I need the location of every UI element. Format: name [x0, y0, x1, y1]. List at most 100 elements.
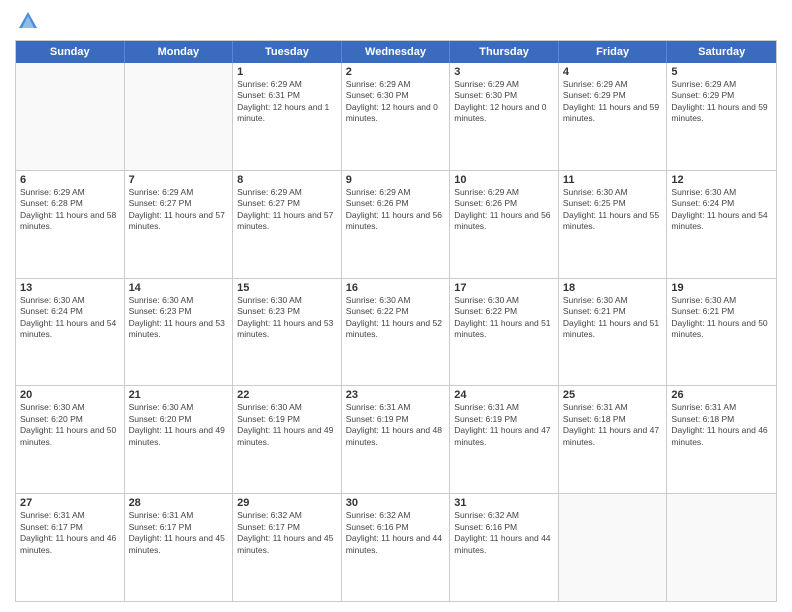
- calendar-cell: 16Sunrise: 6:30 AMSunset: 6:22 PMDayligh…: [342, 279, 451, 386]
- calendar-cell: 12Sunrise: 6:30 AMSunset: 6:24 PMDayligh…: [667, 171, 776, 278]
- day-number: 24: [454, 389, 554, 401]
- calendar-cell: 5Sunrise: 6:29 AMSunset: 6:29 PMDaylight…: [667, 63, 776, 170]
- calendar-cell: 31Sunrise: 6:32 AMSunset: 6:16 PMDayligh…: [450, 494, 559, 601]
- logo-icon: [17, 10, 39, 32]
- calendar-cell: 4Sunrise: 6:29 AMSunset: 6:29 PMDaylight…: [559, 63, 668, 170]
- day-info: Sunrise: 6:29 AMSunset: 6:30 PMDaylight:…: [346, 79, 446, 125]
- calendar-cell: 24Sunrise: 6:31 AMSunset: 6:19 PMDayligh…: [450, 386, 559, 493]
- day-number: 28: [129, 497, 229, 509]
- page-header: [15, 10, 777, 32]
- day-number: 23: [346, 389, 446, 401]
- day-info: Sunrise: 6:30 AMSunset: 6:22 PMDaylight:…: [454, 295, 554, 341]
- weekday-header: Wednesday: [342, 41, 451, 63]
- day-info: Sunrise: 6:30 AMSunset: 6:24 PMDaylight:…: [671, 187, 772, 233]
- day-info: Sunrise: 6:30 AMSunset: 6:22 PMDaylight:…: [346, 295, 446, 341]
- weekday-header: Friday: [559, 41, 668, 63]
- day-number: 2: [346, 66, 446, 78]
- day-info: Sunrise: 6:31 AMSunset: 6:17 PMDaylight:…: [129, 510, 229, 556]
- calendar-cell: 27Sunrise: 6:31 AMSunset: 6:17 PMDayligh…: [16, 494, 125, 601]
- calendar-cell: 22Sunrise: 6:30 AMSunset: 6:19 PMDayligh…: [233, 386, 342, 493]
- weekday-header: Saturday: [667, 41, 776, 63]
- day-number: 3: [454, 66, 554, 78]
- day-info: Sunrise: 6:32 AMSunset: 6:16 PMDaylight:…: [346, 510, 446, 556]
- day-number: 1: [237, 66, 337, 78]
- day-number: 25: [563, 389, 663, 401]
- calendar-cell: 17Sunrise: 6:30 AMSunset: 6:22 PMDayligh…: [450, 279, 559, 386]
- day-info: Sunrise: 6:29 AMSunset: 6:26 PMDaylight:…: [346, 187, 446, 233]
- calendar-body: 1Sunrise: 6:29 AMSunset: 6:31 PMDaylight…: [16, 63, 776, 601]
- day-number: 30: [346, 497, 446, 509]
- day-number: 31: [454, 497, 554, 509]
- day-info: Sunrise: 6:30 AMSunset: 6:24 PMDaylight:…: [20, 295, 120, 341]
- day-info: Sunrise: 6:29 AMSunset: 6:28 PMDaylight:…: [20, 187, 120, 233]
- calendar-cell: 15Sunrise: 6:30 AMSunset: 6:23 PMDayligh…: [233, 279, 342, 386]
- calendar-cell: 11Sunrise: 6:30 AMSunset: 6:25 PMDayligh…: [559, 171, 668, 278]
- calendar-page: SundayMondayTuesdayWednesdayThursdayFrid…: [0, 0, 792, 612]
- day-number: 8: [237, 174, 337, 186]
- calendar-cell: 2Sunrise: 6:29 AMSunset: 6:30 PMDaylight…: [342, 63, 451, 170]
- weekday-header: Monday: [125, 41, 234, 63]
- calendar-cell: [16, 63, 125, 170]
- day-info: Sunrise: 6:32 AMSunset: 6:16 PMDaylight:…: [454, 510, 554, 556]
- calendar-cell: 14Sunrise: 6:30 AMSunset: 6:23 PMDayligh…: [125, 279, 234, 386]
- day-number: 12: [671, 174, 772, 186]
- day-info: Sunrise: 6:31 AMSunset: 6:17 PMDaylight:…: [20, 510, 120, 556]
- day-info: Sunrise: 6:29 AMSunset: 6:26 PMDaylight:…: [454, 187, 554, 233]
- calendar-row: 27Sunrise: 6:31 AMSunset: 6:17 PMDayligh…: [16, 494, 776, 601]
- calendar-cell: 1Sunrise: 6:29 AMSunset: 6:31 PMDaylight…: [233, 63, 342, 170]
- day-number: 9: [346, 174, 446, 186]
- calendar-cell: 21Sunrise: 6:30 AMSunset: 6:20 PMDayligh…: [125, 386, 234, 493]
- day-number: 29: [237, 497, 337, 509]
- day-info: Sunrise: 6:32 AMSunset: 6:17 PMDaylight:…: [237, 510, 337, 556]
- calendar: SundayMondayTuesdayWednesdayThursdayFrid…: [15, 40, 777, 602]
- calendar-header: SundayMondayTuesdayWednesdayThursdayFrid…: [16, 41, 776, 63]
- day-info: Sunrise: 6:29 AMSunset: 6:30 PMDaylight:…: [454, 79, 554, 125]
- calendar-cell: 25Sunrise: 6:31 AMSunset: 6:18 PMDayligh…: [559, 386, 668, 493]
- calendar-cell: 13Sunrise: 6:30 AMSunset: 6:24 PMDayligh…: [16, 279, 125, 386]
- calendar-cell: 18Sunrise: 6:30 AMSunset: 6:21 PMDayligh…: [559, 279, 668, 386]
- calendar-cell: 20Sunrise: 6:30 AMSunset: 6:20 PMDayligh…: [16, 386, 125, 493]
- day-info: Sunrise: 6:31 AMSunset: 6:18 PMDaylight:…: [563, 402, 663, 448]
- day-number: 18: [563, 282, 663, 294]
- weekday-header: Tuesday: [233, 41, 342, 63]
- calendar-cell: [667, 494, 776, 601]
- logo: [15, 10, 39, 32]
- calendar-cell: 26Sunrise: 6:31 AMSunset: 6:18 PMDayligh…: [667, 386, 776, 493]
- day-info: Sunrise: 6:29 AMSunset: 6:31 PMDaylight:…: [237, 79, 337, 125]
- day-info: Sunrise: 6:29 AMSunset: 6:27 PMDaylight:…: [237, 187, 337, 233]
- day-info: Sunrise: 6:30 AMSunset: 6:21 PMDaylight:…: [671, 295, 772, 341]
- day-number: 19: [671, 282, 772, 294]
- day-number: 11: [563, 174, 663, 186]
- day-info: Sunrise: 6:30 AMSunset: 6:21 PMDaylight:…: [563, 295, 663, 341]
- calendar-cell: 7Sunrise: 6:29 AMSunset: 6:27 PMDaylight…: [125, 171, 234, 278]
- day-info: Sunrise: 6:31 AMSunset: 6:18 PMDaylight:…: [671, 402, 772, 448]
- calendar-cell: 19Sunrise: 6:30 AMSunset: 6:21 PMDayligh…: [667, 279, 776, 386]
- day-info: Sunrise: 6:29 AMSunset: 6:29 PMDaylight:…: [671, 79, 772, 125]
- day-info: Sunrise: 6:30 AMSunset: 6:23 PMDaylight:…: [237, 295, 337, 341]
- weekday-header: Sunday: [16, 41, 125, 63]
- calendar-cell: [125, 63, 234, 170]
- day-number: 26: [671, 389, 772, 401]
- weekday-header: Thursday: [450, 41, 559, 63]
- calendar-cell: 8Sunrise: 6:29 AMSunset: 6:27 PMDaylight…: [233, 171, 342, 278]
- day-number: 7: [129, 174, 229, 186]
- calendar-cell: 23Sunrise: 6:31 AMSunset: 6:19 PMDayligh…: [342, 386, 451, 493]
- day-number: 4: [563, 66, 663, 78]
- day-info: Sunrise: 6:29 AMSunset: 6:29 PMDaylight:…: [563, 79, 663, 125]
- day-info: Sunrise: 6:30 AMSunset: 6:20 PMDaylight:…: [129, 402, 229, 448]
- calendar-row: 1Sunrise: 6:29 AMSunset: 6:31 PMDaylight…: [16, 63, 776, 171]
- calendar-cell: [559, 494, 668, 601]
- day-number: 14: [129, 282, 229, 294]
- calendar-cell: 10Sunrise: 6:29 AMSunset: 6:26 PMDayligh…: [450, 171, 559, 278]
- calendar-cell: 6Sunrise: 6:29 AMSunset: 6:28 PMDaylight…: [16, 171, 125, 278]
- day-info: Sunrise: 6:30 AMSunset: 6:23 PMDaylight:…: [129, 295, 229, 341]
- calendar-cell: 29Sunrise: 6:32 AMSunset: 6:17 PMDayligh…: [233, 494, 342, 601]
- day-number: 15: [237, 282, 337, 294]
- day-number: 13: [20, 282, 120, 294]
- calendar-row: 13Sunrise: 6:30 AMSunset: 6:24 PMDayligh…: [16, 279, 776, 387]
- day-info: Sunrise: 6:31 AMSunset: 6:19 PMDaylight:…: [346, 402, 446, 448]
- day-number: 5: [671, 66, 772, 78]
- day-number: 27: [20, 497, 120, 509]
- calendar-row: 20Sunrise: 6:30 AMSunset: 6:20 PMDayligh…: [16, 386, 776, 494]
- day-number: 10: [454, 174, 554, 186]
